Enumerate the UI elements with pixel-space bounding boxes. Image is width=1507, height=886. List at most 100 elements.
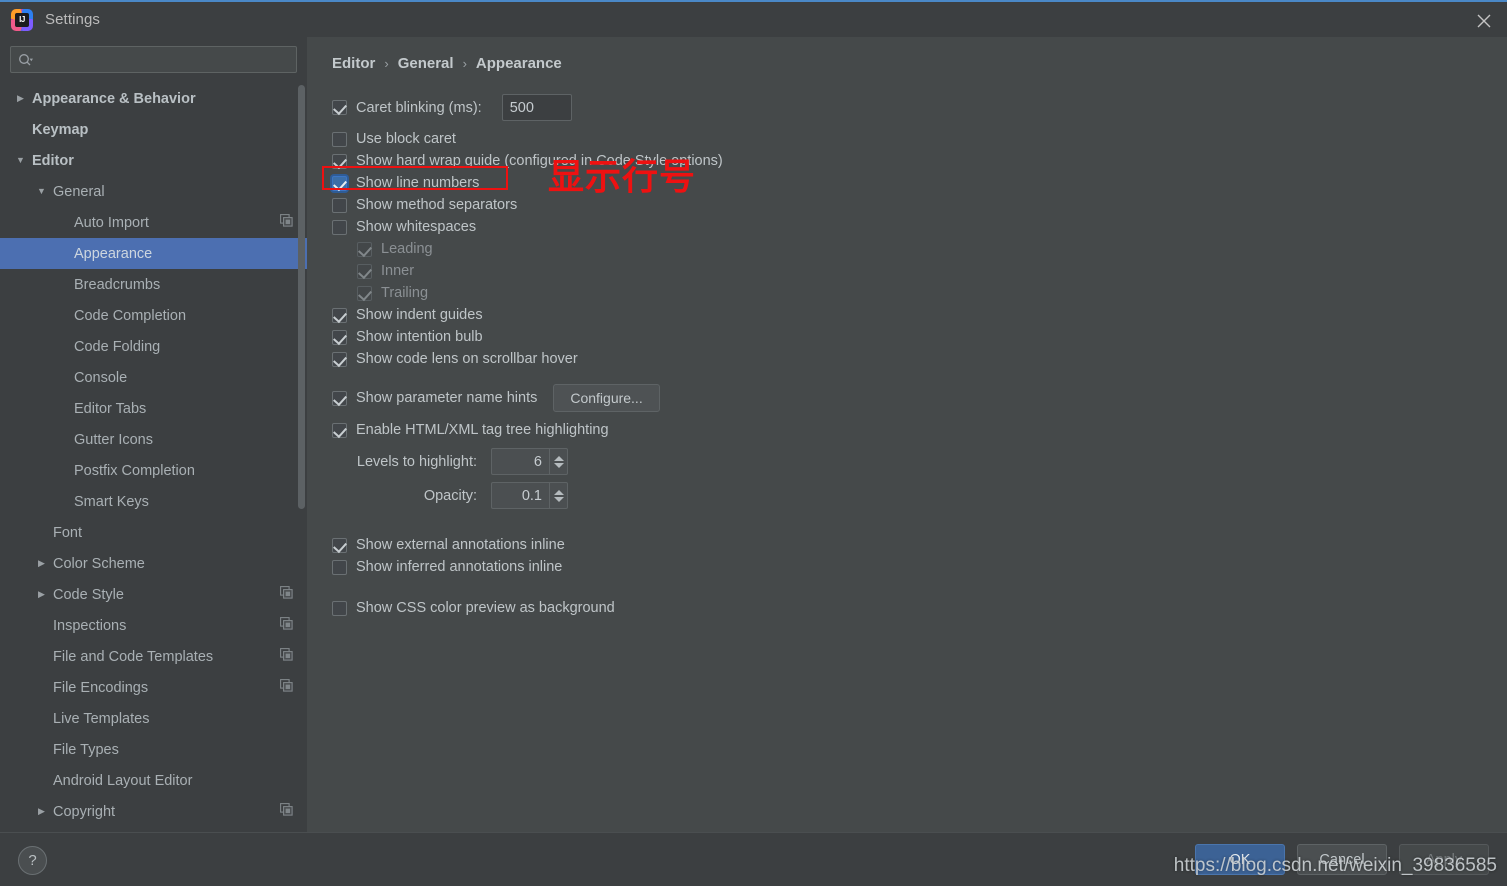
breadcrumb: Editor › General › Appearance [332,55,1507,72]
label-caret-blinking: Caret blinking (ms): [356,99,482,116]
sidebar-item-general[interactable]: ▼ General [0,176,307,207]
label-opacity: Opacity: [423,487,477,504]
sidebar-item-inspections[interactable]: ▶Inspections [0,610,307,641]
chevron-down-icon[interactable]: ▼ [35,185,48,198]
search-input[interactable] [34,51,289,68]
spinner-opacity-value[interactable]: 0.1 [491,482,549,509]
row-whitespace-leading: Leading [332,238,1507,260]
checkbox-show-css-color-preview[interactable] [332,600,347,616]
sidebar-item-console[interactable]: ▶Console [0,362,307,393]
sidebar-item-label: Font [53,524,83,541]
copy-icon[interactable] [280,214,293,231]
sidebar-item-file-encodings[interactable]: ▶File Encodings [0,672,307,703]
breadcrumb-editor[interactable]: Editor [332,55,375,72]
label-whitespace-trailing: Trailing [381,285,429,301]
sidebar-item-label: Inspections [53,617,127,634]
sidebar-item-code-completion[interactable]: ▶Code Completion [0,300,307,331]
sidebar-scrollbar[interactable] [298,85,305,509]
copy-icon[interactable] [280,679,293,696]
sidebar-item-code-folding[interactable]: ▶Code Folding [0,331,307,362]
spinner-levels-to-highlight[interactable]: 6 [491,448,568,475]
chevron-right-icon[interactable]: ▶ [35,557,48,570]
sidebar-item-appearance-behavior[interactable]: ▶ Appearance & Behavior [0,83,307,114]
spinner-levels-value[interactable]: 6 [491,448,549,475]
sidebar-item-smart-keys[interactable]: ▶Smart Keys [0,486,307,517]
chevron-right-icon[interactable]: ▶ [35,588,48,601]
sidebar-item-file-and-code-templates[interactable]: ▶File and Code Templates [0,641,307,672]
sidebar-item-postfix-completion[interactable]: ▶Postfix Completion [0,455,307,486]
sidebar-item-font[interactable]: ▶Font [0,517,307,548]
sidebar-item-editor-tabs[interactable]: ▶Editor Tabs [0,393,307,424]
sidebar-item-label: Appearance [74,245,153,262]
search-box[interactable] [10,46,297,73]
configure-button[interactable]: Configure... [553,384,660,412]
sidebar-item-copyright[interactable]: ▶ Copyright [0,796,307,827]
row-show-css-color-preview: Show CSS color preview as background [332,597,1507,619]
checkbox-whitespace-trailing[interactable] [357,285,372,301]
close-icon[interactable] [1461,2,1507,39]
checkbox-caret-blinking[interactable] [332,100,347,115]
spinner-opacity-arrows-icon[interactable] [549,482,568,509]
checkbox-show-parameter-name-hints[interactable] [332,390,347,406]
sidebar-item-label: General [53,183,105,200]
settings-tree[interactable]: ▶Appearance & Behavior▶Keymap▼Editor▼Gen… [0,83,307,832]
sidebar-item-label: Breadcrumbs [74,276,161,293]
chevron-right-icon[interactable]: ▶ [35,805,48,818]
sidebar-item-label: Gutter Icons [74,431,153,448]
sidebar-item-gutter-icons[interactable]: ▶Gutter Icons [0,424,307,455]
input-caret-blinking-ms[interactable]: 500 [501,94,572,121]
copy-icon[interactable] [280,586,293,603]
spinner-levels-arrows-icon[interactable] [549,448,568,475]
breadcrumb-separator-icon: › [462,56,467,71]
search-container [0,37,307,73]
sidebar-item-keymap[interactable]: ▶Keymap [0,114,307,145]
sidebar-item-android-layout-editor[interactable]: ▶Android Layout Editor [0,765,307,796]
checkbox-show-method-separators[interactable] [332,197,347,213]
sidebar-item-file-types[interactable]: ▶File Types [0,734,307,765]
copy-icon[interactable] [280,803,293,820]
sidebar-item-label: Code Completion [74,307,187,324]
window-title: Settings [45,11,100,28]
breadcrumb-general[interactable]: General [398,55,454,72]
sidebar-item-appearance[interactable]: ▶Appearance [0,238,307,269]
checkbox-show-line-numbers[interactable] [332,175,347,191]
checkbox-show-whitespaces[interactable] [332,219,347,235]
checkbox-whitespace-inner[interactable] [357,263,372,279]
checkbox-use-block-caret[interactable] [332,131,347,147]
checkbox-show-inferred-annotations[interactable] [332,559,347,575]
sidebar-item-label: Copyright [53,803,116,820]
checkbox-enable-html-xml-highlighting[interactable] [332,422,347,438]
copy-icon[interactable] [280,648,293,665]
sidebar-item-live-templates[interactable]: ▶Live Templates [0,703,307,734]
checkbox-show-indent-guides[interactable] [332,307,347,323]
settings-dialog: IJ Settings ▶ Appearance & Behavior Keym… [0,0,1507,886]
ok-button[interactable]: OK [1195,844,1285,875]
sidebar-item-label: File Encodings [53,679,149,696]
chevron-right-icon[interactable]: ▶ [14,92,27,105]
search-icon [18,53,34,67]
copy-icon[interactable] [280,617,293,634]
sidebar-item-auto-import[interactable]: ▶Auto Import [0,207,307,238]
sidebar-item-label: Code Folding [74,338,161,355]
sidebar-item-breadcrumbs[interactable]: ▶Breadcrumbs [0,269,307,300]
breadcrumb-appearance[interactable]: Appearance [476,55,562,72]
checkbox-show-hard-wrap-guide[interactable] [332,153,347,169]
sidebar-item-label: Auto Import [74,214,149,231]
checkbox-whitespace-leading[interactable] [357,241,372,257]
checkbox-show-code-lens[interactable] [332,351,347,367]
checkbox-show-intention-bulb[interactable] [332,329,347,345]
row-whitespace-inner: Inner [332,260,1507,282]
sidebar-item-label: Keymap [32,121,89,138]
checkbox-show-external-annotations[interactable] [332,537,347,553]
spinner-opacity[interactable]: 0.1 [491,482,568,509]
sidebar-item-label: Android Layout Editor [53,772,193,789]
row-show-whitespaces: Show whitespaces [332,216,1507,238]
settings-main-panel: Editor › General › Appearance Caret blin… [307,37,1507,832]
label-show-line-numbers: Show line numbers [356,175,480,191]
sidebar-item-color-scheme[interactable]: ▶ Color Scheme [0,548,307,579]
chevron-down-icon[interactable]: ▼ [14,154,27,167]
help-button[interactable]: ? [18,846,47,875]
sidebar-item-editor[interactable]: ▼ Editor [0,145,307,176]
cancel-button[interactable]: Cancel [1297,844,1387,875]
sidebar-item-code-style[interactable]: ▶ Code Style [0,579,307,610]
